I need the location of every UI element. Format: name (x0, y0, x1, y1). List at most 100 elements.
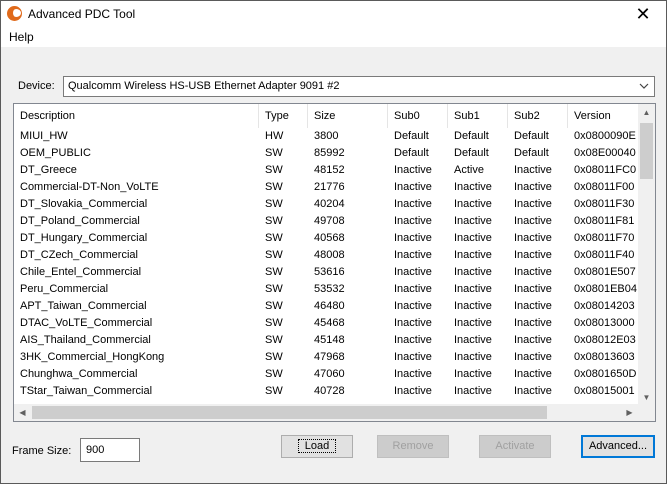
list-cell-size: 47060 (314, 368, 345, 380)
list-cell-version: 0x08014203 (574, 300, 635, 312)
list-item[interactable]: AIS_Thailand_Commercial SW 45148 Inactive In… (14, 332, 638, 349)
scroll-right-icon[interactable]: ▶ (621, 404, 638, 421)
menu-bar: Help (1, 28, 666, 47)
list-item[interactable]: DTAC_VoLTE_Commercial SW 45468 Inactive Inac… (14, 315, 638, 332)
list-cell-sub1: Inactive (454, 181, 492, 193)
list-item[interactable]: DT_CZech_Commercial SW 48008 Inactive Inacti… (14, 247, 638, 264)
list-item[interactable]: OEM_PUBLIC SW 85992 Default Default Default 0x… (14, 145, 638, 162)
list-cell-sub0: Inactive (394, 164, 432, 176)
list-cell-sub1: Inactive (454, 385, 492, 397)
list-item[interactable]: 3HK_Commercial_HongKong SW 47968 Inactive In… (14, 349, 638, 366)
list-item[interactable]: DT_Greece SW 48152 Inactive Active Inactive 0x… (14, 162, 638, 179)
list-cell-type: SW (265, 215, 283, 227)
config-list[interactable]: Description Type Size Sub0 Sub1 Sub2 Ver… (13, 103, 656, 422)
list-cell-sub1: Inactive (454, 334, 492, 346)
list-cell-sub2: Inactive (514, 164, 552, 176)
list-cell-sub1: Inactive (454, 317, 492, 329)
list-item[interactable]: MIUI_HW HW 3800 Default Default Default 0x0800… (14, 128, 638, 145)
list-header: Description Type Size Sub0 Sub1 Sub2 Ver… (14, 104, 640, 128)
list-cell-description: AIS_Thailand_Commercial (20, 334, 151, 346)
list-item[interactable]: Chunghwa_Commercial SW 47060 Inactive Inacti… (14, 366, 638, 383)
list-item[interactable]: DT_Slovakia_Commercial SW 40204 Inactive Ina… (14, 196, 638, 213)
chevron-down-icon[interactable] (637, 79, 651, 93)
list-cell-version: 0x08015001 (574, 385, 635, 397)
list-cell-size: 3800 (314, 130, 339, 142)
list-cell-sub2: Inactive (514, 198, 552, 210)
advanced-button[interactable]: Advanced... (581, 435, 655, 458)
scroll-left-icon[interactable]: ◀ (14, 404, 31, 421)
list-cell-size: 49708 (314, 215, 345, 227)
list-cell-sub1: Inactive (454, 266, 492, 278)
list-cell-version: 0x0801650D (574, 368, 637, 380)
list-cell-size: 40728 (314, 385, 345, 397)
list-cell-type: SW (265, 147, 283, 159)
scroll-up-icon[interactable]: ▲ (638, 104, 655, 121)
list-item[interactable]: DT_Poland_Commercial SW 49708 Inactive Inact… (14, 213, 638, 230)
list-cell-type: SW (265, 249, 283, 261)
list-cell-type: SW (265, 300, 283, 312)
column-header-size[interactable]: Size (308, 104, 388, 128)
list-cell-type: HW (265, 130, 284, 142)
list-cell-type: SW (265, 164, 283, 176)
column-header-type[interactable]: Type (259, 104, 308, 128)
device-dropdown[interactable]: Qualcomm Wireless HS-USB Ethernet Adapte… (63, 76, 655, 97)
list-cell-sub0: Inactive (394, 198, 432, 210)
list-cell-version: 0x08011F70 (574, 232, 635, 244)
list-item[interactable]: Peru_Commercial SW 53532 Inactive Inactive In… (14, 281, 638, 298)
list-cell-description: TStar_Taiwan_Commercial (20, 385, 153, 397)
list-cell-sub2: Inactive (514, 215, 552, 227)
list-cell-sub0: Inactive (394, 215, 432, 227)
list-cell-type: SW (265, 334, 283, 346)
list-item[interactable]: DT_Hungary_Commercial SW 40568 Inactive Inac… (14, 230, 638, 247)
list-item[interactable]: TStar_Taiwan_Commercial SW 40728 Inactive In… (14, 383, 638, 400)
list-cell-version: 0x0801E507 (574, 266, 636, 278)
list-cell-sub0: Inactive (394, 283, 432, 295)
column-header-sub2[interactable]: Sub2 (508, 104, 568, 128)
column-header-sub1[interactable]: Sub1 (448, 104, 508, 128)
list-cell-size: 40204 (314, 198, 345, 210)
list-cell-type: SW (265, 283, 283, 295)
list-cell-version: 0x08013000 (574, 317, 635, 329)
activate-button[interactable]: Activate (479, 435, 551, 458)
list-cell-version: 0x08011F30 (574, 198, 635, 210)
frame-size-input[interactable]: 900 (80, 438, 140, 462)
list-cell-sub2: Inactive (514, 249, 552, 261)
list-cell-description: Chile_Entel_Commercial (20, 266, 142, 278)
list-cell-sub1: Default (454, 147, 489, 159)
list-cell-sub1: Inactive (454, 198, 492, 210)
frame-size-label: Frame Size: (12, 445, 72, 457)
list-cell-type: SW (265, 266, 283, 278)
list-cell-version: 0x08011F81 (574, 215, 635, 227)
list-cell-type: SW (265, 181, 283, 193)
remove-button[interactable]: Remove (377, 435, 449, 458)
column-header-version[interactable]: Version (568, 104, 640, 128)
list-cell-type: SW (265, 385, 283, 397)
vertical-scrollbar[interactable]: ▲ ▼ (638, 104, 655, 406)
list-cell-size: 40568 (314, 232, 345, 244)
list-item[interactable]: APT_Taiwan_Commercial SW 46480 Inactive Inac… (14, 298, 638, 315)
list-cell-sub1: Inactive (454, 283, 492, 295)
list-cell-sub2: Default (514, 147, 549, 159)
close-button[interactable]: ✕ (620, 1, 666, 28)
list-cell-sub1: Inactive (454, 232, 492, 244)
list-item[interactable]: Chile_Entel_Commercial SW 53616 Inactive Ina… (14, 264, 638, 281)
column-header-description[interactable]: Description (14, 104, 259, 128)
title-bar[interactable]: Advanced PDC Tool ✕ (1, 1, 666, 28)
column-header-sub0[interactable]: Sub0 (388, 104, 448, 128)
list-cell-description: DT_Hungary_Commercial (20, 232, 148, 244)
list-cell-sub2: Inactive (514, 368, 552, 380)
list-cell-version: 0x0801EB04 (574, 283, 637, 295)
vertical-scroll-thumb[interactable] (640, 123, 653, 179)
list-cell-size: 53532 (314, 283, 345, 295)
window-title: Advanced PDC Tool (28, 7, 136, 21)
list-cell-sub1: Active (454, 164, 484, 176)
list-item[interactable]: Commercial-DT-Non_VoLTE SW 21776 Inactive In… (14, 179, 638, 196)
list-cell-sub1: Default (454, 130, 489, 142)
horizontal-scroll-thumb[interactable] (32, 406, 547, 419)
device-label: Device: (18, 80, 55, 92)
horizontal-scrollbar[interactable]: ◀ ▶ (14, 404, 638, 421)
list-cell-size: 47968 (314, 351, 345, 363)
list-cell-description: APT_Taiwan_Commercial (20, 300, 147, 312)
menu-help[interactable]: Help (9, 30, 34, 44)
load-button[interactable]: Load (281, 435, 353, 458)
